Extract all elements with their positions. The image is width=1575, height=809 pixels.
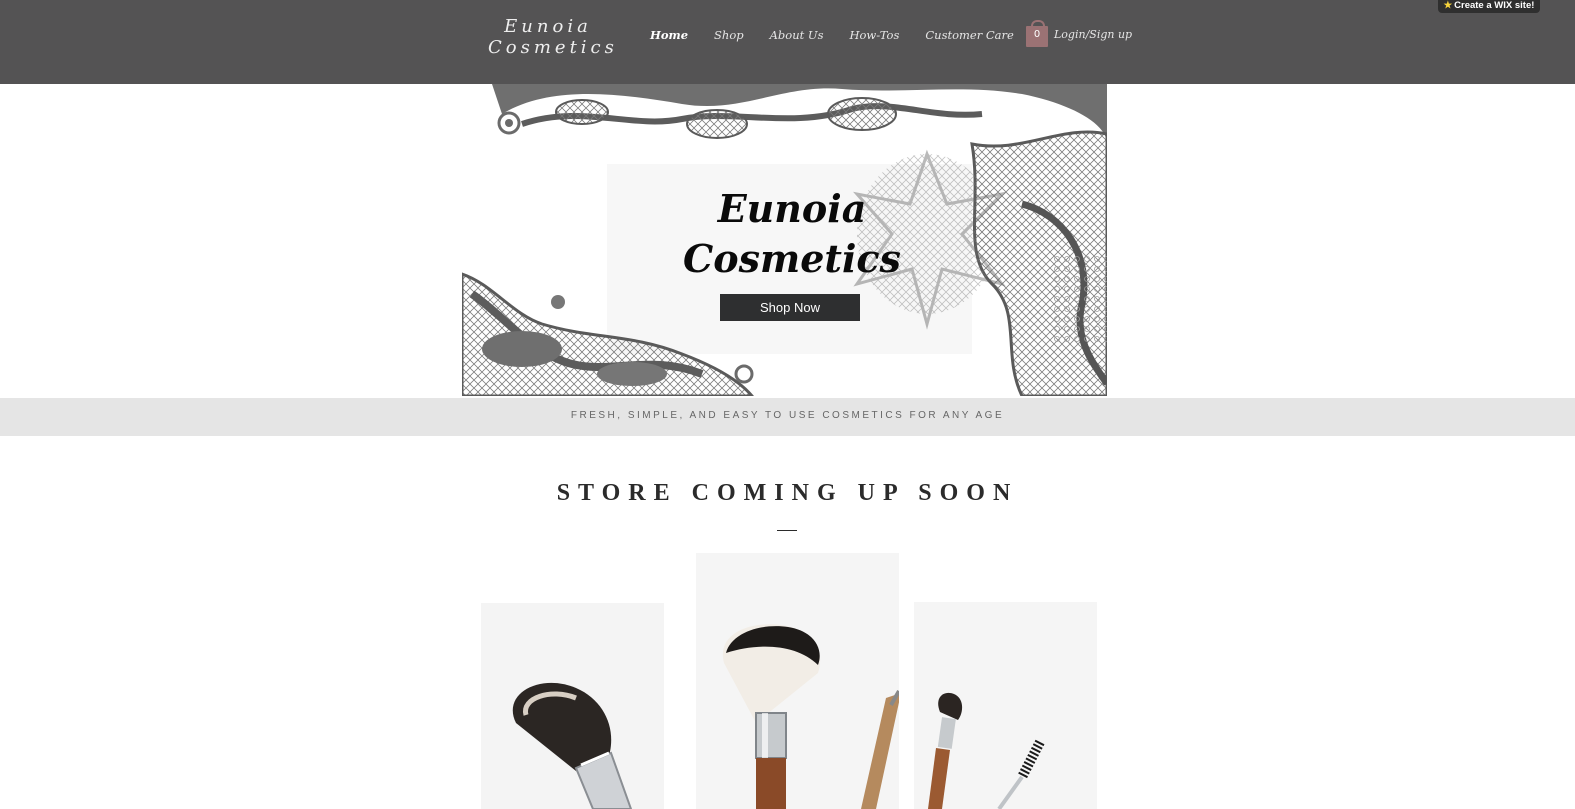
hero-banner: Eunoia Cosmetics Shop Now <box>462 84 1107 396</box>
logo-line-2: Cosmetics <box>488 37 618 58</box>
hero-title-line-2: Cosmetics <box>683 236 901 281</box>
cart-count: 0 <box>1033 29 1041 40</box>
makeup-brush-photo <box>481 603 664 809</box>
section-divider <box>777 530 797 531</box>
section-title: STORE COMING UP SOON <box>556 480 1019 506</box>
shop-now-button[interactable]: Shop Now <box>720 294 860 321</box>
main-nav: Home Shop About Us How-Tos Customer Care <box>650 28 1040 42</box>
hero-title: Eunoia Cosmetics <box>672 184 912 284</box>
nav-item-shop[interactable]: Shop <box>714 28 744 42</box>
hero-title-line-1: Eunoia <box>717 186 867 231</box>
tagline-strip: FRESH, SIMPLE, AND EASY TO USE COSMETICS… <box>0 398 1575 436</box>
cart-icon[interactable]: 0 <box>1026 20 1048 47</box>
logo-line-1: Eunoia <box>504 16 592 37</box>
nav-item-about-us[interactable]: About Us <box>770 28 824 42</box>
site-logo[interactable]: Eunoia Cosmetics <box>488 16 618 58</box>
nav-item-how-tos[interactable]: How-Tos <box>849 28 899 42</box>
wix-badge[interactable]: ★ Create a WIX site! <box>1438 0 1540 13</box>
login-link[interactable]: Login/Sign up <box>1054 28 1132 41</box>
makeup-brush-photo <box>914 602 1097 809</box>
site-header: Eunoia Cosmetics Home Shop About Us How-… <box>0 0 1575 84</box>
makeup-brush-photo <box>696 553 899 809</box>
nav-item-customer-care[interactable]: Customer Care <box>925 28 1013 42</box>
star-icon: ★ <box>1443 0 1453 11</box>
tagline-text: FRESH, SIMPLE, AND EASY TO USE COSMETICS… <box>570 410 1005 421</box>
wix-badge-label: Create a WIX site! <box>1454 0 1535 11</box>
nav-item-home[interactable]: Home <box>650 28 688 42</box>
